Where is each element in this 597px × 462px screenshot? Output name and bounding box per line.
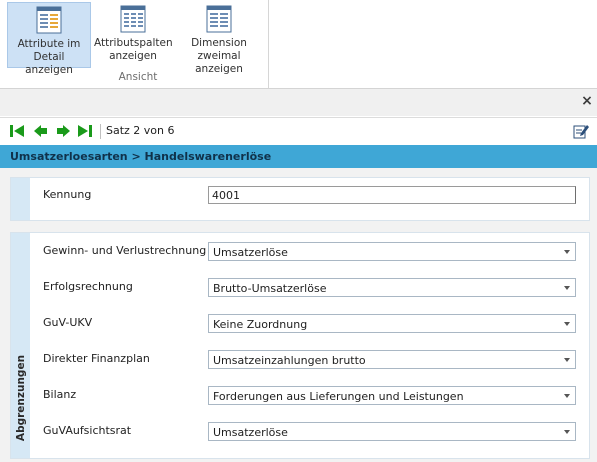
section-label: Abgrenzungen xyxy=(13,350,29,450)
button-label-line1: Attribute im xyxy=(17,38,81,50)
guv-aufsichtsrat-label: GuVAufsichtsrat xyxy=(43,424,132,437)
ribbon-divider xyxy=(268,0,269,88)
show-attribute-columns-button[interactable]: Attributspalten anzeigen xyxy=(94,2,173,68)
section-label-text: Abgrenzungen xyxy=(15,354,27,442)
edit-icon[interactable] xyxy=(573,123,589,139)
panel-stripe xyxy=(11,178,30,220)
next-record-icon[interactable] xyxy=(55,124,71,138)
guv-aufsichtsrat-select[interactable]: Umsatzerlöse xyxy=(208,422,576,441)
bilanz-select[interactable]: Forderungen aus Lieferungen und Leistung… xyxy=(208,386,576,405)
detail-content: Kennung 4001 Abgrenzungen Gewinn- und Ve… xyxy=(0,168,597,462)
chevron-down-icon xyxy=(564,322,570,326)
abgrenzungen-panel: Abgrenzungen Gewinn- und Verlustrechnung… xyxy=(10,232,590,459)
select-value: Umsatzerlöse xyxy=(213,246,288,259)
button-label-line2: anzeigen xyxy=(109,50,157,62)
button-label-line2: Detail anzeigen xyxy=(25,51,73,76)
record-position-text: Satz 2 von 6 xyxy=(106,124,175,137)
kennung-field[interactable]: 4001 xyxy=(208,186,576,204)
show-attributes-in-detail-button[interactable]: Attribute im Detail anzeigen xyxy=(7,2,91,76)
previous-record-icon[interactable] xyxy=(33,124,49,138)
button-label-line1: Attributspalten xyxy=(94,37,173,49)
button-label-line1: Dimension xyxy=(191,37,247,49)
page-title: Umsatzerloesarten > Handelswarenerlöse xyxy=(0,145,597,168)
pane-header xyxy=(0,89,597,116)
ribbon: Attribute im Detail anzeigen Attributspa… xyxy=(0,0,597,89)
select-value: Umsatzeinzahlungen brutto xyxy=(213,354,366,367)
erfolgsrechnung-label: Erfolgsrechnung xyxy=(43,280,133,293)
record-navigation-bar: Satz 2 von 6 xyxy=(0,117,597,145)
direkter-finanzplan-select[interactable]: Umsatzeinzahlungen brutto xyxy=(208,350,576,369)
attribute-columns-icon xyxy=(120,5,146,33)
chevron-down-icon xyxy=(564,430,570,434)
guv-ukv-select[interactable]: Keine Zuordnung xyxy=(208,314,576,333)
gewinn-und-verlustrechnung-label: Gewinn- und Verlustrechnung xyxy=(43,244,207,257)
kennung-label: Kennung xyxy=(43,188,92,201)
kennung-panel: Kennung 4001 xyxy=(10,177,590,221)
dimension-twice-icon xyxy=(206,5,232,33)
select-value: Keine Zuordnung xyxy=(213,318,308,331)
chevron-down-icon xyxy=(564,394,570,398)
gewinn-und-verlustrechnung-select[interactable]: Umsatzerlöse xyxy=(208,242,576,261)
ribbon-group-label: Ansicht xyxy=(118,71,158,83)
bilanz-label: Bilanz xyxy=(43,388,77,401)
guv-ukv-label: GuV-UKV xyxy=(43,316,93,329)
last-record-icon[interactable] xyxy=(77,124,93,138)
toolbar-separator xyxy=(100,124,101,139)
chevron-down-icon xyxy=(564,358,570,362)
direkter-finanzplan-label: Direkter Finanzplan xyxy=(43,352,150,365)
close-icon[interactable]: × xyxy=(580,93,594,109)
select-value: Brutto-Umsatzerlöse xyxy=(213,282,327,295)
button-label-line2: zweimal anzeigen xyxy=(195,50,243,75)
show-dimension-twice-button[interactable]: Dimension zweimal anzeigen xyxy=(174,2,264,75)
erfolgsrechnung-select[interactable]: Brutto-Umsatzerlöse xyxy=(208,278,576,297)
first-record-icon[interactable] xyxy=(9,124,25,138)
select-value: Umsatzerlöse xyxy=(213,426,288,439)
chevron-down-icon xyxy=(564,286,570,290)
chevron-down-icon xyxy=(564,250,570,254)
attribute-detail-icon xyxy=(36,6,62,34)
select-value: Forderungen aus Lieferungen und Leistung… xyxy=(213,390,464,403)
